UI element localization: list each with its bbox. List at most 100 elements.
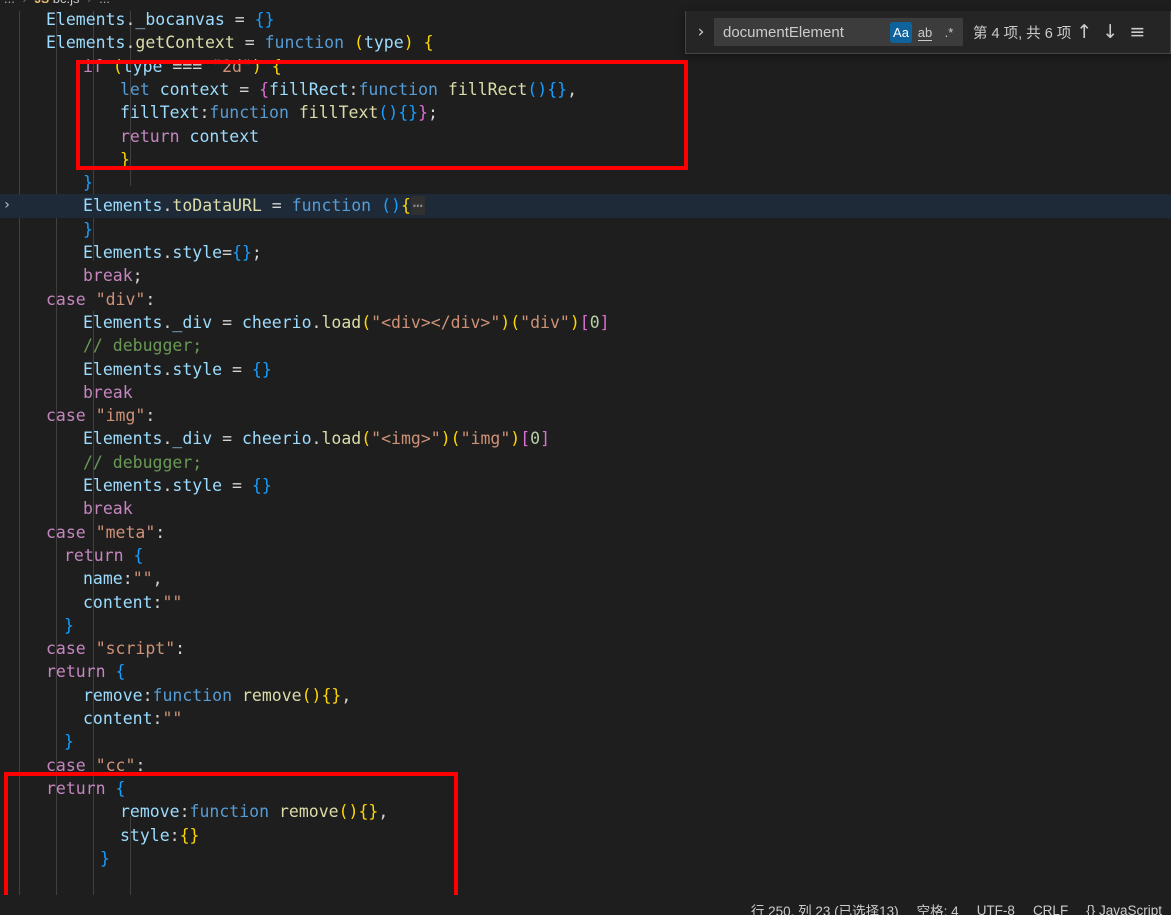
code-line[interactable]: Elements.style = {} <box>0 358 1171 381</box>
code-token: , <box>378 802 389 822</box>
code-token: : <box>155 522 166 542</box>
code-token: load <box>321 429 362 449</box>
search-input[interactable] <box>715 22 890 42</box>
code-editor[interactable]: Elements._bocanvas = {} Elements.getConte… <box>0 11 1171 895</box>
use-regex-toggle[interactable]: .* <box>938 22 960 43</box>
code-line[interactable]: // debugger; <box>0 334 1171 357</box>
code-line[interactable]: content:"" <box>0 591 1171 614</box>
fold-chevron-icon[interactable]: › <box>0 194 14 217</box>
code-content[interactable]: Elements._bocanvas = {} Elements.getConte… <box>0 11 1171 895</box>
code-token: . <box>162 476 173 495</box>
code-token: = <box>224 11 255 29</box>
code-line[interactable]: break; <box>0 264 1171 287</box>
status-line-ending[interactable]: CRLF <box>1024 903 1077 915</box>
code-token: style <box>120 825 170 845</box>
status-bar[interactable]: 行 250, 列 23 (已选择13) 空格: 4 UTF-8 CRLF{} Java… <box>0 895 1171 915</box>
match-count-label: 第 4 项, 共 6 项 <box>973 25 1072 42</box>
code-token: ( <box>510 312 521 332</box>
code-line[interactable]: return { <box>0 777 1171 800</box>
code-line-text: let context = {fillRect:function fillRec… <box>0 78 577 101</box>
status-cursor-position[interactable]: 行 250, 列 23 (已选择13) <box>742 900 908 915</box>
code-line[interactable]: Elements._div = cheerio.load("<img>")("i… <box>0 427 1171 450</box>
code-line[interactable]: break <box>0 381 1171 404</box>
code-line-text: break <box>0 497 133 520</box>
match-whole-word-toggle[interactable]: ab <box>914 22 936 43</box>
find-widget[interactable]: › Aa ab .* 第 4 项, 共 6 项 ↑ ↓ ≡ <box>685 11 1171 54</box>
code-line[interactable]: return { <box>0 544 1171 567</box>
code-token: , <box>341 685 352 705</box>
code-line[interactable]: case "script": <box>0 637 1171 660</box>
code-line[interactable]: case "cc": <box>0 754 1171 777</box>
code-line[interactable]: } <box>0 730 1171 753</box>
search-input-box[interactable]: Aa ab .* <box>714 18 963 46</box>
code-line[interactable]: Elements._div = cheerio.load("<div></div… <box>0 311 1171 334</box>
code-line[interactable]: Elements.style = {} <box>0 474 1171 497</box>
code-line[interactable]: case "meta": <box>0 521 1171 544</box>
code-line[interactable]: name:"", <box>0 567 1171 590</box>
code-token: = <box>261 196 292 216</box>
code-token: ( <box>354 33 364 53</box>
code-line[interactable]: case "img": <box>0 404 1171 427</box>
code-token: function <box>189 802 270 822</box>
code-line[interactable]: } <box>0 171 1171 194</box>
code-line[interactable]: } <box>0 614 1171 637</box>
code-line[interactable]: } <box>0 218 1171 241</box>
code-token: ) <box>440 429 451 449</box>
previous-match-icon[interactable]: ↑ <box>1071 21 1097 43</box>
code-token: case <box>46 289 86 309</box>
code-token: . <box>311 312 322 332</box>
status-encoding[interactable]: UTF-8 <box>968 903 1024 915</box>
code-token: () <box>301 685 322 705</box>
breadcrumb-file[interactable]: bc.js <box>53 0 80 6</box>
breadcrumb-symbol[interactable]: ... <box>99 0 110 6</box>
code-token: "img" <box>95 406 146 426</box>
code-line[interactable]: return context <box>0 125 1171 148</box>
code-line-text: } <box>0 730 74 753</box>
code-line-text: remove:function remove(){}, <box>0 684 351 707</box>
code-token: } <box>100 848 110 868</box>
code-line[interactable]: remove:function remove(){}, <box>0 800 1171 823</box>
code-token: { <box>133 545 144 565</box>
code-line-text: case "img": <box>0 404 155 427</box>
code-line[interactable]: if (type === "2d") { <box>0 55 1171 78</box>
code-line[interactable]: break <box>0 497 1171 520</box>
code-line-text: Elements._div = cheerio.load("<div></div… <box>0 311 610 334</box>
code-line[interactable]: Elements.style={}; <box>0 241 1171 264</box>
code-token: style <box>172 359 223 379</box>
code-line-text: // debugger; <box>0 451 202 474</box>
code-token: Elements <box>46 33 126 53</box>
toggle-replace-icon[interactable]: › <box>690 22 712 42</box>
code-line[interactable]: let context = {fillRect:function fillRec… <box>0 78 1171 101</box>
code-token: . <box>125 33 136 53</box>
code-token: : <box>169 825 180 845</box>
code-token: : <box>145 406 156 426</box>
code-line[interactable]: // debugger; <box>0 451 1171 474</box>
code-line-text: return context <box>0 125 259 148</box>
breadcrumb-root[interactable]: ... <box>4 0 15 6</box>
code-line[interactable]: fillText:function fillText(){}}; <box>0 101 1171 124</box>
code-line[interactable]: } <box>0 148 1171 171</box>
code-line[interactable]: remove:function remove(){}, <box>0 684 1171 707</box>
code-line-text: break <box>0 381 133 404</box>
code-token: name <box>83 569 123 589</box>
code-token: load <box>321 312 362 332</box>
match-case-toggle[interactable]: Aa <box>890 21 912 43</box>
code-token: type <box>122 56 163 76</box>
breadcrumb[interactable]: ... › JS bc.js › ... <box>0 0 1171 11</box>
code-line[interactable]: return { <box>0 660 1171 683</box>
code-line-text: } <box>0 148 130 171</box>
code-line[interactable]: case "div": <box>0 288 1171 311</box>
next-match-icon[interactable]: ↓ <box>1097 21 1123 43</box>
code-line[interactable]: style:{} <box>0 824 1171 847</box>
code-token: () <box>527 79 548 99</box>
find-in-selection-icon[interactable]: ≡ <box>1123 21 1151 43</box>
status-indentation[interactable]: 空格: 4 <box>908 900 968 915</box>
code-line[interactable]: } <box>0 847 1171 870</box>
code-line[interactable]: content:"" <box>0 707 1171 730</box>
code-line[interactable]: Elements.toDataURL = function (){⋯ <box>0 194 1171 218</box>
code-line-text: remove:function remove(){}, <box>0 800 388 823</box>
code-line-text: Elements.style={}; <box>0 241 262 264</box>
status-language-mode[interactable]: {} JavaScript <box>1077 903 1171 915</box>
